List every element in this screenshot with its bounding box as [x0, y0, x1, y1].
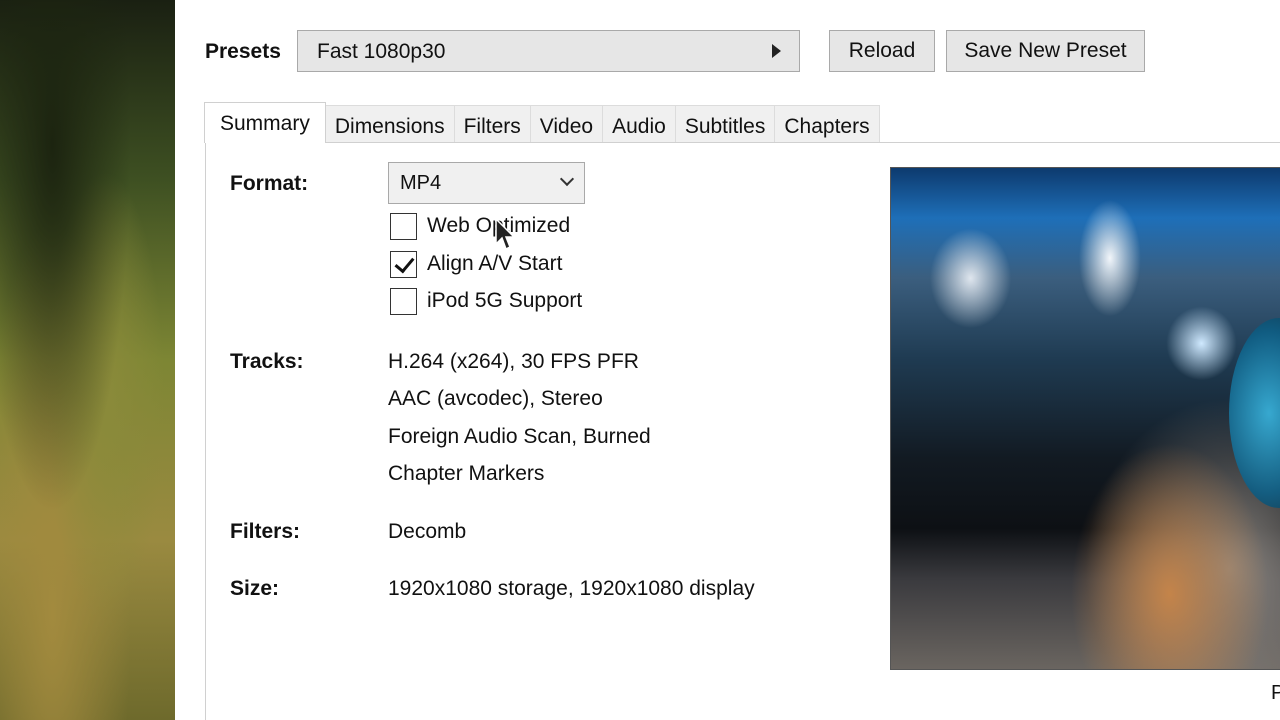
- track-video: H.264 (x264), 30 FPS PFR: [388, 350, 639, 373]
- align-av-start-option[interactable]: Align A/V Start: [390, 250, 562, 278]
- tab-dimensions[interactable]: Dimensions: [324, 105, 455, 143]
- format-dropdown[interactable]: MP4: [388, 162, 585, 204]
- tab-video[interactable]: Video: [529, 105, 604, 143]
- track-subtitles: Foreign Audio Scan, Burned: [388, 425, 651, 448]
- tracks-label: Tracks:: [230, 350, 304, 373]
- web-optimized-option[interactable]: Web Optimized: [390, 212, 570, 240]
- tab-bar: Summary Dimensions Filters Video Audio S…: [204, 102, 880, 143]
- preview-image: [890, 167, 1280, 670]
- preview-caption-fragment: P: [1271, 682, 1280, 704]
- align-av-start-checkbox[interactable]: [390, 250, 417, 278]
- handbrake-window: Presets Fast 1080p30 Reload Save New Pre…: [175, 0, 1280, 720]
- size-value: 1920x1080 storage, 1920x1080 display: [388, 577, 755, 600]
- tab-summary[interactable]: Summary: [204, 102, 326, 143]
- preset-selector[interactable]: Fast 1080p30: [297, 30, 800, 72]
- chevron-down-icon: [559, 171, 575, 187]
- preview-crystal-ball: [1229, 318, 1280, 508]
- ipod-5g-support-label: iPod 5G Support: [427, 289, 583, 312]
- web-optimized-checkbox[interactable]: [390, 212, 417, 240]
- preset-selected-value: Fast 1080p30: [317, 40, 446, 63]
- ipod-5g-support-option[interactable]: iPod 5G Support: [390, 287, 582, 315]
- track-chapters: Chapter Markers: [388, 462, 545, 485]
- size-label: Size:: [230, 577, 280, 600]
- format-label: Format:: [230, 172, 309, 195]
- filters-label: Filters:: [230, 520, 301, 543]
- tab-subtitles[interactable]: Subtitles: [674, 105, 776, 143]
- tab-chapters[interactable]: Chapters: [774, 105, 880, 143]
- save-new-preset-button[interactable]: Save New Preset: [946, 30, 1145, 72]
- ipod-5g-support-checkbox[interactable]: [390, 287, 417, 315]
- format-selected-value: MP4: [400, 172, 442, 194]
- align-av-start-label: Align A/V Start: [427, 252, 563, 275]
- presets-label: Presets: [205, 40, 281, 63]
- desktop-background: [0, 0, 175, 720]
- track-audio: AAC (avcodec), Stereo: [388, 387, 603, 410]
- filters-value: Decomb: [388, 520, 467, 543]
- tab-audio[interactable]: Audio: [602, 105, 676, 143]
- reload-button[interactable]: Reload: [829, 30, 935, 72]
- chevron-right-icon: [772, 44, 781, 58]
- tab-filters[interactable]: Filters: [453, 105, 531, 143]
